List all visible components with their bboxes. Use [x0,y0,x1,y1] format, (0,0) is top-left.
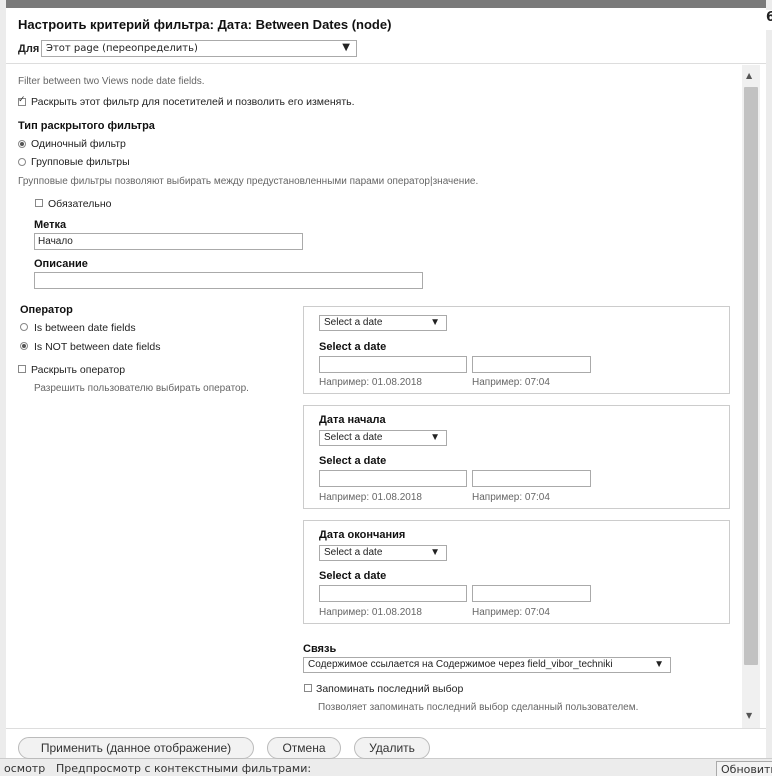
for-display-select[interactable]: Этот page (переопределить) ▼ [41,40,357,57]
background-right-tab: 6 [766,10,772,30]
chevron-down-icon: ▼ [654,659,664,670]
description-input[interactable] [34,272,423,289]
time-example: Например: 07:04 [472,377,550,388]
expose-operator-label: Раскрыть оператор [31,364,126,376]
date-example: Например: 01.08.2018 [319,377,422,388]
end-time-input[interactable] [472,585,591,602]
operator-not-between-radio[interactable] [20,342,28,350]
chevron-down-icon: ▼ [430,547,440,558]
start-date-subheading: Select a date [319,455,387,467]
filter-description: Filter between two Views node date field… [18,76,205,87]
date-group-value: Select a date ▼ Select a date Например: … [303,306,730,394]
expose-filter-checkbox[interactable] [18,95,26,106]
single-filter-label: Одиночный фильтр [31,138,126,150]
chevron-down-icon: ▼ [430,432,440,443]
background-preview-label: осмотр [4,762,46,775]
start-date-example: Например: 01.08.2018 [319,492,422,503]
chevron-down-icon: ▼ [430,317,440,328]
operator-between-radio[interactable] [20,323,28,331]
end-date-subheading: Select a date [319,570,387,582]
label-heading: Метка [34,219,67,231]
dialog-body: Filter between two Views node date field… [6,65,766,728]
date-type-select[interactable]: Select a date ▼ [319,315,447,331]
start-date-type-select[interactable]: Select a date ▼ [319,430,447,446]
end-time-example: Например: 07:04 [472,607,550,618]
start-time-input[interactable] [472,470,591,487]
remember-label: Запоминать последний выбор [316,683,464,695]
grouped-filter-label: Групповые фильтры [31,156,130,168]
dialog-header: Настроить критерий фильтра: Дата: Betwee… [6,8,766,64]
for-label: Для [18,43,40,55]
date-subheading: Select a date [319,341,387,353]
background-preview-bar: осмотр Предпросмотр с контекстными фильт… [0,758,772,776]
grouped-filter-description: Групповые фильтры позволяют выбирать меж… [18,176,479,187]
dialog-footer: Применить (данное отображение) Отмена Уд… [6,728,766,759]
end-date-input[interactable] [319,585,467,602]
exposed-type-heading: Тип раскрытого фильтра [18,120,155,132]
operator-between-label: Is between date fields [34,322,136,334]
start-date-input[interactable] [319,470,467,487]
date-type-select-value: Select a date [324,317,383,328]
end-date-heading: Дата окончания [319,529,406,541]
scrollbar-thumb[interactable] [744,87,758,665]
single-filter-radio[interactable] [18,140,26,148]
filter-config-dialog: Настроить критерий фильтра: Дата: Betwee… [6,8,766,759]
remember-description: Позволяет запоминать последний выбор сде… [318,702,639,713]
start-date-type-select-value: Select a date [324,432,383,443]
delete-button[interactable]: Удалить [354,737,430,759]
description-heading: Описание [34,258,88,270]
date-group-start: Дата начала Select a date ▼ Select a dat… [303,405,730,509]
date-group-end: Дата окончания Select a date ▼ Select a … [303,520,730,624]
background-update-button[interactable]: Обновить [716,761,772,776]
end-date-example: Например: 01.08.2018 [319,607,422,618]
for-display-value: Этот page (переопределить) [46,43,198,54]
background-page-right [766,0,772,776]
dialog-title: Настроить критерий фильтра: Дата: Betwee… [18,17,392,32]
operator-heading: Оператор [20,304,73,316]
end-date-type-select-value: Select a date [324,547,383,558]
relationship-heading: Связь [303,643,337,655]
grouped-filter-radio[interactable] [18,158,26,166]
expose-filter-label: Раскрыть этот фильтр для посетителей и п… [31,96,355,108]
expose-operator-description: Разрешить пользователю выбирать оператор… [34,383,249,394]
scroll-down-icon[interactable]: ▼ [746,711,752,720]
operator-not-between-label: Is NOT between date fields [34,341,161,353]
remember-checkbox[interactable] [304,684,312,692]
time-input[interactable] [472,356,591,373]
scroll-up-icon[interactable]: ▲ [746,71,752,80]
start-time-example: Например: 07:04 [472,492,550,503]
date-input[interactable] [319,356,467,373]
start-date-heading: Дата начала [319,414,386,426]
required-checkbox[interactable] [35,199,43,207]
cancel-button[interactable]: Отмена [267,737,341,759]
expose-operator-checkbox[interactable] [18,365,26,373]
relationship-select-value: Содержимое ссылается на Содержимое через… [308,659,613,670]
chevron-down-icon: ▼ [342,42,350,53]
end-date-type-select[interactable]: Select a date ▼ [319,545,447,561]
apply-button[interactable]: Применить (данное отображение) [18,737,254,759]
relationship-select[interactable]: Содержимое ссылается на Содержимое через… [303,657,671,673]
label-input[interactable]: Начало [34,233,303,250]
required-label: Обязательно [48,198,112,210]
background-contextual-preview-label: Предпросмотр с контекстными фильтрами: [56,762,312,775]
